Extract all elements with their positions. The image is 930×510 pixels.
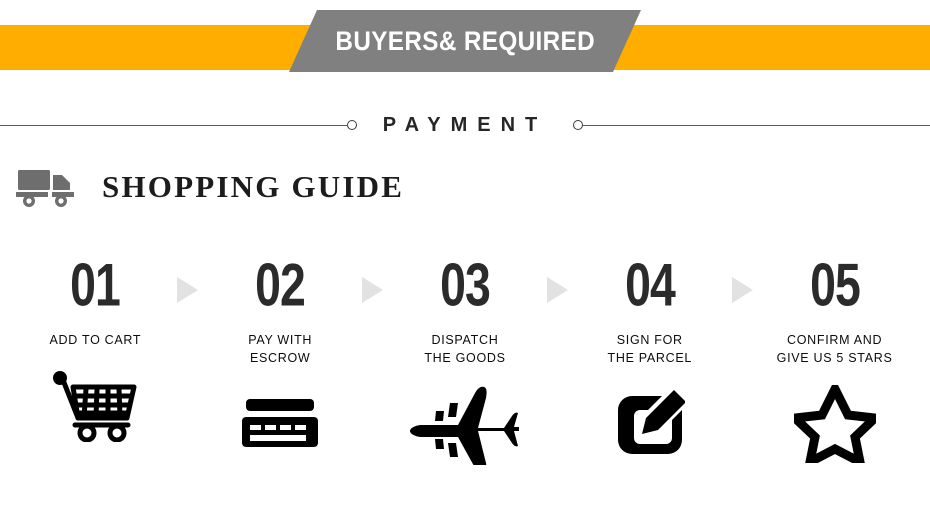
- step-item-5: 05 CONFIRM AND GIVE US 5 STARS: [763, 255, 906, 465]
- header-banner: BUYERS& REQUIRED: [0, 0, 930, 88]
- step-icon-container: [793, 383, 876, 465]
- step-icon-container: [242, 383, 319, 465]
- step-label: ADD TO CART: [49, 333, 142, 347]
- step-label: PAY WITH ESCROW: [248, 333, 313, 366]
- banner-orange-left-stripe: [0, 25, 340, 70]
- divider-line-left: [0, 124, 347, 126]
- triangle-right-icon: [546, 277, 568, 303]
- circle-dot-icon: [573, 120, 584, 130]
- step-icon-container: [615, 383, 685, 465]
- airplane-icon: [409, 387, 519, 466]
- step-arrow-1: [167, 255, 209, 303]
- step-label: CONFIRM AND GIVE US 5 STARS: [776, 333, 893, 366]
- triangle-right-icon: [362, 277, 384, 303]
- step-number: 05: [809, 251, 861, 319]
- step-arrow-4: [721, 255, 763, 303]
- step-item-3: 03 DISPATCH THE GOODS: [394, 251, 537, 466]
- step-number: 03: [440, 251, 491, 319]
- step-number: 01: [70, 251, 121, 319]
- edit-pencil-square-icon: [617, 390, 685, 455]
- shopping-guide-title: SHOPPING GUIDE: [102, 169, 405, 204]
- step-number: 04: [624, 251, 676, 319]
- triangle-right-icon: [731, 277, 753, 303]
- step-icon-container: [51, 365, 139, 447]
- step-item-4: 04 SIGN FOR THE PARCEL: [578, 255, 721, 465]
- step-icon-container: [406, 383, 524, 466]
- shopping-guide-heading: SHOPPING GUIDE: [16, 166, 404, 208]
- step-number: 02: [255, 251, 306, 319]
- payment-section-label: PAYMENT: [382, 113, 548, 136]
- delivery-truck-icon: [16, 170, 74, 207]
- shopping-cart-icon: [53, 371, 137, 443]
- step-label: SIGN FOR THE PARCEL: [607, 333, 693, 366]
- star-outline-icon: [793, 385, 876, 464]
- triangle-right-icon: [177, 277, 199, 303]
- step-arrow-2: [352, 255, 394, 303]
- steps-row: 01 ADD TO CART 02 PAY WITH ESCROW 03 DIS…: [0, 251, 930, 466]
- banner-gray-plate: BUYERS& REQUIRED: [289, 10, 641, 72]
- credit-card-icon: [242, 399, 319, 448]
- step-item-2: 02 PAY WITH ESCROW: [209, 255, 352, 465]
- banner-orange-right-stripe: [590, 25, 930, 70]
- divider-line-right: [583, 124, 930, 126]
- step-label: DISPATCH THE GOODS: [424, 333, 506, 366]
- payment-section-divider: PAYMENT: [0, 108, 930, 142]
- step-item-1: 01 ADD TO CART: [24, 255, 167, 447]
- banner-title: BUYERS& REQUIRED: [335, 25, 595, 56]
- circle-dot-icon: [346, 120, 357, 130]
- step-arrow-3: [536, 255, 578, 303]
